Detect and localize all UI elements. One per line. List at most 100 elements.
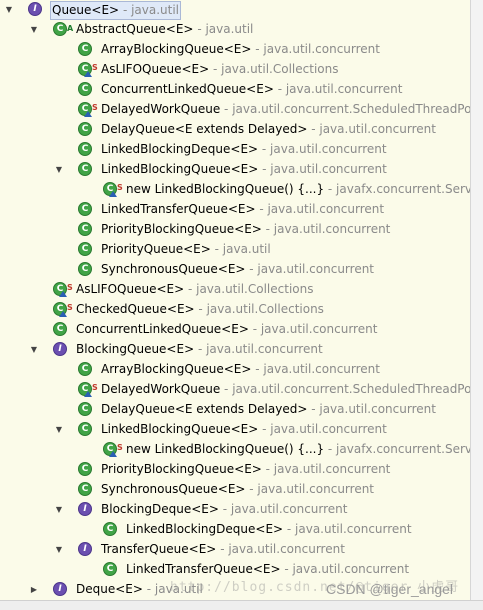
tree-row-label[interactable]: Queue<E> - java.util [50, 1, 182, 20]
tree-row[interactable]: C SynchronousQueue<E> - java.util.concurr… [0, 480, 470, 500]
twisty-expanded-icon[interactable]: ▼ [29, 20, 39, 40]
tree-row-label[interactable]: ConcurrentLinkedQueue<E> - java.util.con… [75, 321, 378, 338]
package-name: - java.util.concurrent [258, 422, 387, 436]
package-name: - java.util.concurrent [307, 122, 436, 136]
twisty-expanded-icon[interactable]: ▼ [54, 160, 64, 180]
tree-row[interactable]: C PriorityBlockingQueue<E> - java.util.co… [0, 460, 470, 480]
package-name: - javafx.concurrent.Service [327, 182, 470, 196]
tree-row-label[interactable]: PriorityBlockingQueue<E> - java.util.con… [100, 221, 391, 238]
static-overlay-icon: S [92, 383, 98, 392]
tree-row[interactable]: C LinkedBlockingDeque<E> - java.util.conc… [0, 520, 470, 540]
tree-row-label[interactable]: AbstractQueue<E> - java.util [75, 21, 254, 38]
tree-row[interactable]: C S AsLIFOQueue<E> - java.util.Collections [0, 280, 470, 300]
tree-row[interactable]: C SynchronousQueue<E> - java.util.concurr… [0, 260, 470, 280]
class-icon: C [78, 402, 92, 416]
tree-row-label[interactable]: TransferQueue<E> - java.util.concurrent [100, 541, 346, 558]
tree-row-label[interactable]: LinkedBlockingDeque<E> - java.util.concu… [100, 141, 388, 158]
twisty-expanded-icon[interactable]: ▼ [54, 500, 64, 520]
type-name: LinkedBlockingDeque<E> [126, 522, 284, 536]
tree-row-label[interactable]: new LinkedBlockingQueue() {...} - javafx… [125, 441, 470, 458]
class-icon: C [78, 222, 92, 236]
static-overlay-icon: S [92, 63, 98, 72]
tree-row[interactable]: C Snew LinkedBlockingQueue() {...} - java… [0, 440, 470, 460]
class-icon: C [78, 262, 92, 276]
class-icon: C [78, 422, 92, 436]
tree-row[interactable]: ▼ I Queue<E> - java.util [0, 0, 470, 20]
tree-row-label[interactable]: SynchronousQueue<E> - java.util.concurre… [100, 261, 375, 278]
type-name: new LinkedBlockingQueue() {...} [126, 442, 325, 456]
class-icon: C [78, 142, 92, 156]
tree-row[interactable]: C ArrayBlockingQueue<E> - java.util.concu… [0, 360, 470, 380]
twisty-expanded-icon[interactable]: ▼ [54, 540, 64, 560]
tree-row[interactable]: C DelayQueue<E extends Delayed> - java.ut… [0, 400, 470, 420]
twisty-expanded-icon[interactable]: ▼ [4, 0, 14, 20]
package-name: - java.util [193, 22, 254, 36]
tree-row[interactable]: C S AsLIFOQueue<E> - java.util.Collections [0, 60, 470, 80]
type-name: CheckedQueue<E> [76, 302, 195, 316]
tree-row-label[interactable]: new LinkedBlockingQueue() {...} - javafx… [125, 181, 470, 198]
tree-row-label[interactable]: DelayedWorkQueue - java.util.concurrent.… [100, 381, 470, 398]
tree-row-label[interactable]: ArrayBlockingQueue<E> - java.util.concur… [100, 361, 381, 378]
default-access-overlay-icon [109, 451, 117, 457]
package-name: - java.util [210, 242, 271, 256]
tree-row-label[interactable]: DelayedWorkQueue - java.util.concurrent.… [100, 101, 470, 118]
tree-row[interactable]: C S CheckedQueue<E> - java.util.Collection… [0, 300, 470, 320]
tree-row-label[interactable]: SynchronousQueue<E> - java.util.concurre… [100, 481, 375, 498]
tree-row[interactable]: C Snew LinkedBlockingQueue() {...} - java… [0, 180, 470, 200]
tree-row[interactable]: C ArrayBlockingQueue<E> - java.util.concu… [0, 40, 470, 60]
tree-row-label[interactable]: ConcurrentLinkedQueue<E> - java.util.con… [100, 81, 403, 98]
tree-row-label[interactable]: DelayQueue<E extends Delayed> - java.uti… [100, 401, 437, 418]
type-name: PriorityQueue<E> [101, 242, 211, 256]
tree-row-label[interactable]: AsLIFOQueue<E> - java.util.Collections [100, 61, 339, 78]
tree-row[interactable]: C S DelayedWorkQueue - java.util.concurren… [0, 100, 470, 120]
tree-row-label[interactable]: LinkedBlockingQueue<E> - java.util.concu… [100, 421, 388, 438]
static-overlay-icon: S [92, 103, 98, 112]
tree-row-label[interactable]: LinkedBlockingDeque<E> - java.util.concu… [125, 521, 413, 538]
tree-row-label[interactable]: BlockingDeque<E> - java.util.concurrent [100, 501, 348, 518]
tree-row-label[interactable]: BlockingQueue<E> - java.util.concurrent [75, 341, 324, 358]
tree-row-label[interactable]: LinkedBlockingQueue<E> - java.util.concu… [100, 161, 388, 178]
package-name: - javafx.concurrent.Service [327, 442, 470, 456]
twisty-expanded-icon[interactable]: ▼ [29, 340, 39, 360]
tree-row[interactable]: C LinkedBlockingDeque<E> - java.util.conc… [0, 140, 470, 160]
type-name: ArrayBlockingQueue<E> [101, 42, 252, 56]
tree-row-label[interactable]: PriorityQueue<E> - java.util [100, 241, 272, 258]
package-name: - java.util.concurrent [258, 162, 387, 176]
tree-row[interactable]: ▼ I TransferQueue<E> - java.util.concurren… [0, 540, 470, 560]
tree-row-label[interactable]: LinkedTransferQueue<E> - java.util.concu… [100, 201, 385, 218]
tree-row-label[interactable]: CheckedQueue<E> - java.util.Collections [75, 301, 325, 318]
tree-row-label[interactable]: DelayQueue<E extends Delayed> - java.uti… [100, 121, 437, 138]
twisty-collapsed-icon[interactable]: ▶ [29, 580, 39, 600]
tree-row[interactable]: C S DelayedWorkQueue - java.util.concurren… [0, 380, 470, 400]
type-name: ArrayBlockingQueue<E> [101, 362, 252, 376]
package-name: - java.util.concurrent [245, 482, 375, 496]
tree-row[interactable]: C ConcurrentLinkedQueue<E> - java.util.co… [0, 320, 470, 340]
type-name: LinkedBlockingQueue<E> [101, 422, 259, 436]
tree-row[interactable]: C PriorityBlockingQueue<E> - java.util.co… [0, 220, 470, 240]
tree-row[interactable]: C LinkedTransferQueue<E> - java.util.conc… [0, 200, 470, 220]
interface-icon: I [53, 342, 67, 356]
type-name: DelayQueue<E extends Delayed> [101, 122, 308, 136]
tree-row[interactable]: ▼ C A AbstractQueue<E> - java.util [0, 20, 470, 40]
package-name: - java.util.Collections [184, 282, 314, 296]
tree-row[interactable]: ▼ I BlockingDeque<E> - java.util.concurren… [0, 500, 470, 520]
vertical-scrollbar[interactable] [470, 0, 483, 600]
tree-row[interactable]: C ConcurrentLinkedQueue<E> - java.util.co… [0, 80, 470, 100]
tree-row-label[interactable]: ArrayBlockingQueue<E> - java.util.concur… [100, 41, 381, 58]
type-name: LinkedTransferQueue<E> [126, 562, 281, 576]
interface-icon: I [78, 542, 92, 556]
tree-row[interactable]: ▼ I BlockingQueue<E> - java.util.concurren… [0, 340, 470, 360]
twisty-expanded-icon[interactable]: ▼ [54, 420, 64, 440]
tree-row-label[interactable]: AsLIFOQueue<E> - java.util.Collections [75, 281, 314, 298]
package-name: - java.util.concurrent [194, 342, 323, 356]
tree-row[interactable]: ▼ C LinkedBlockingQueue<E> - java.util.con… [0, 160, 470, 180]
static-overlay-icon: S [117, 183, 123, 192]
tree-row[interactable]: ▼ C LinkedBlockingQueue<E> - java.util.con… [0, 420, 470, 440]
tree-row[interactable]: C PriorityQueue<E> - java.util [0, 240, 470, 260]
default-access-overlay-icon [59, 291, 67, 297]
package-name: - java.util.concurrent.ScheduledThreadPo… [220, 382, 470, 396]
type-name: PriorityBlockingQueue<E> [101, 462, 262, 476]
tree-row[interactable]: C DelayQueue<E extends Delayed> - java.ut… [0, 120, 470, 140]
tree-row-label[interactable]: PriorityBlockingQueue<E> - java.util.con… [100, 461, 391, 478]
class-icon: C [103, 522, 117, 536]
